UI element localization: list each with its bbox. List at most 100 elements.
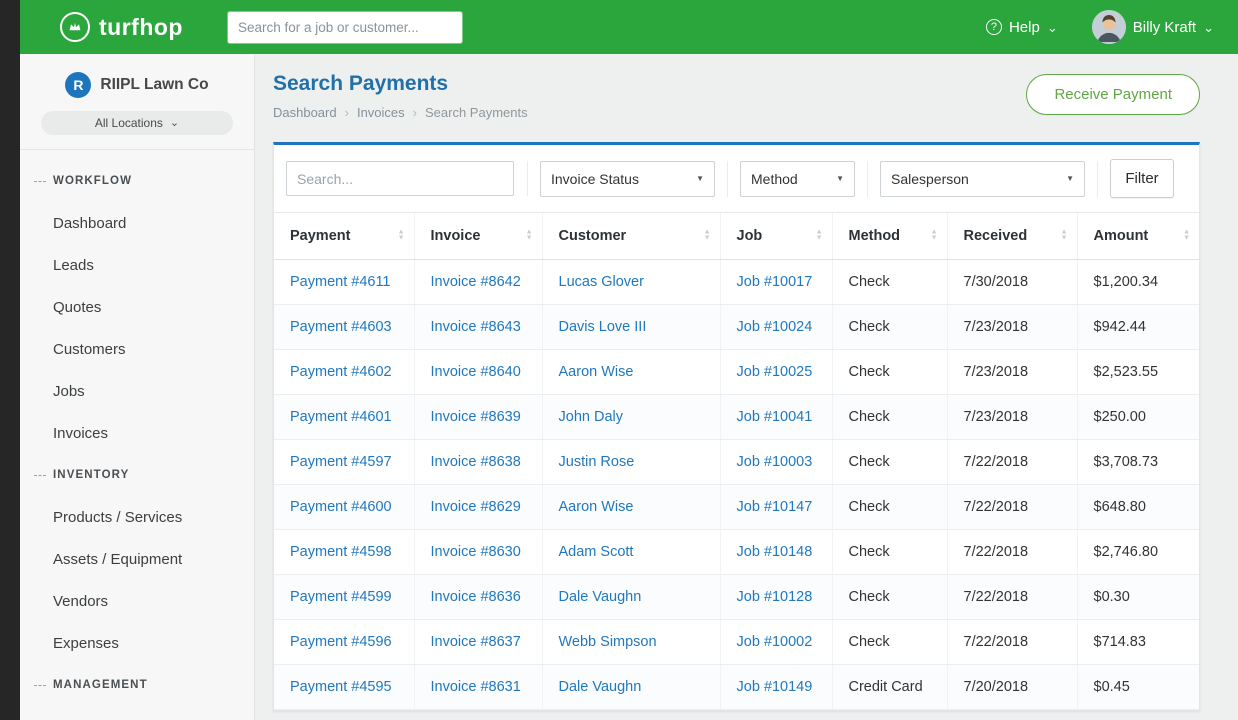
payment-link[interactable]: Payment #4596 (290, 634, 392, 650)
customer-link[interactable]: Dale Vaughn (559, 679, 642, 695)
sidebar-item-jobs[interactable]: Jobs (20, 370, 254, 412)
job-link[interactable]: Job #10003 (737, 454, 813, 470)
customer-link[interactable]: Dale Vaughn (559, 589, 642, 605)
column-header-method[interactable]: Method▲▼ (832, 213, 947, 260)
invoice-cell: Invoice #8639 (414, 395, 542, 440)
payment-link[interactable]: Payment #4603 (290, 319, 392, 335)
topbar-right: ? Help ⌄ Billy Kraft ⌄ (986, 10, 1214, 44)
breadcrumb-invoices[interactable]: Invoices (357, 105, 405, 120)
invoice-link[interactable]: Invoice #8637 (431, 634, 521, 650)
customer-link[interactable]: Adam Scott (559, 544, 634, 560)
payment-link[interactable]: Payment #4597 (290, 454, 392, 470)
job-link[interactable]: Job #10002 (737, 634, 813, 650)
payment-link[interactable]: Payment #4600 (290, 499, 392, 515)
customer-link[interactable]: Aaron Wise (559, 364, 634, 380)
help-menu[interactable]: ? Help ⌄ (986, 19, 1058, 36)
payment-link[interactable]: Payment #4599 (290, 589, 392, 605)
invoice-link[interactable]: Invoice #8636 (431, 589, 521, 605)
invoice-link[interactable]: Invoice #8629 (431, 499, 521, 515)
invoice-link[interactable]: Invoice #8631 (431, 679, 521, 695)
job-link[interactable]: Job #10024 (737, 319, 813, 335)
table-row: Payment #4595 Invoice #8631 Dale Vaughn Job… (274, 665, 1199, 710)
invoice-status-select[interactable]: Invoice Status ▼ (540, 161, 715, 197)
sort-icon[interactable]: ▲▼ (704, 230, 711, 243)
salesperson-select[interactable]: Salesperson ▼ (880, 161, 1085, 197)
job-link[interactable]: Job #10017 (737, 274, 813, 290)
customer-link[interactable]: John Daly (559, 409, 623, 425)
job-cell: Job #10041 (720, 395, 832, 440)
column-header-payment[interactable]: Payment▲▼ (274, 213, 414, 260)
job-link[interactable]: Job #10041 (737, 409, 813, 425)
column-header-received[interactable]: Received▲▼ (947, 213, 1077, 260)
filter-status-cell: Invoice Status ▼ (540, 161, 728, 197)
received-cell: 7/22/2018 (947, 440, 1077, 485)
payments-search-input[interactable] (286, 161, 514, 196)
method-select[interactable]: Method ▼ (740, 161, 855, 197)
payment-link[interactable]: Payment #4595 (290, 679, 392, 695)
job-link[interactable]: Job #10147 (737, 499, 813, 515)
sort-icon[interactable]: ▲▼ (398, 230, 405, 243)
job-link[interactable]: Job #10128 (737, 589, 813, 605)
location-selector[interactable]: All Locations ⌄ (41, 111, 233, 135)
invoice-link[interactable]: Invoice #8640 (431, 364, 521, 380)
sort-icon[interactable]: ▲▼ (1061, 230, 1068, 243)
turfhop-crown-icon (60, 12, 90, 42)
job-link[interactable]: Job #10148 (737, 544, 813, 560)
title-block: Search Payments Dashboard › Invoices › S… (273, 72, 528, 120)
customer-link[interactable]: Justin Rose (559, 454, 635, 470)
amount-cell: $2,746.80 (1077, 530, 1199, 575)
payment-link[interactable]: Payment #4598 (290, 544, 392, 560)
sidebar-item-expenses[interactable]: Expenses (20, 622, 254, 664)
sidebar-item-products-services[interactable]: Products / Services (20, 496, 254, 538)
salesperson-value: Salesperson (891, 171, 969, 187)
received-cell: 7/23/2018 (947, 395, 1077, 440)
invoice-link[interactable]: Invoice #8642 (431, 274, 521, 290)
invoice-link[interactable]: Invoice #8638 (431, 454, 521, 470)
sidebar-item-customers[interactable]: Customers (20, 328, 254, 370)
left-edge-strip (0, 0, 20, 720)
main-content: Search Payments Dashboard › Invoices › S… (255, 54, 1238, 720)
global-search-input[interactable] (227, 11, 463, 44)
receive-payment-button[interactable]: Receive Payment (1026, 74, 1200, 115)
job-link[interactable]: Job #10025 (737, 364, 813, 380)
invoice-cell: Invoice #8636 (414, 575, 542, 620)
customer-link[interactable]: Lucas Glover (559, 274, 644, 290)
sort-icon[interactable]: ▲▼ (816, 230, 823, 243)
column-header-job[interactable]: Job▲▼ (720, 213, 832, 260)
sort-icon[interactable]: ▲▼ (931, 230, 938, 243)
payment-cell: Payment #4601 (274, 395, 414, 440)
sidebar-item-vendors[interactable]: Vendors (20, 580, 254, 622)
payment-link[interactable]: Payment #4602 (290, 364, 392, 380)
payment-cell: Payment #4600 (274, 485, 414, 530)
sidebar-item-assets-equipment[interactable]: Assets / Equipment (20, 538, 254, 580)
sidebar-item-leads[interactable]: Leads (20, 244, 254, 286)
invoice-link[interactable]: Invoice #8643 (431, 319, 521, 335)
job-link[interactable]: Job #10149 (737, 679, 813, 695)
payment-link[interactable]: Payment #4611 (290, 274, 391, 290)
received-cell: 7/22/2018 (947, 620, 1077, 665)
customer-link[interactable]: Davis Love III (559, 319, 647, 335)
brand-logo[interactable]: turfhop (60, 12, 183, 42)
filter-button[interactable]: Filter (1110, 159, 1174, 198)
invoice-link[interactable]: Invoice #8630 (431, 544, 521, 560)
column-header-invoice[interactable]: Invoice▲▼ (414, 213, 542, 260)
invoice-cell: Invoice #8640 (414, 350, 542, 395)
method-cell: Check (832, 350, 947, 395)
chevron-down-icon: ⌄ (1203, 21, 1214, 34)
customer-cell: Aaron Wise (542, 350, 720, 395)
sidebar-item-invoices[interactable]: Invoices (20, 412, 254, 454)
invoice-link[interactable]: Invoice #8639 (431, 409, 521, 425)
table-row: Payment #4600 Invoice #8629 Aaron Wise Job … (274, 485, 1199, 530)
column-header-amount[interactable]: Amount▲▼ (1077, 213, 1199, 260)
company-row: R RIIPL Lawn Co (34, 72, 240, 98)
sort-icon[interactable]: ▲▼ (1183, 230, 1190, 243)
sort-icon[interactable]: ▲▼ (526, 230, 533, 243)
customer-link[interactable]: Aaron Wise (559, 499, 634, 515)
sidebar-item-dashboard[interactable]: Dashboard (20, 202, 254, 244)
column-header-customer[interactable]: Customer▲▼ (542, 213, 720, 260)
customer-link[interactable]: Webb Simpson (559, 634, 657, 650)
payment-link[interactable]: Payment #4601 (290, 409, 392, 425)
sidebar-item-quotes[interactable]: Quotes (20, 286, 254, 328)
user-menu[interactable]: Billy Kraft ⌄ (1092, 10, 1214, 44)
breadcrumb-dashboard[interactable]: Dashboard (273, 105, 337, 120)
